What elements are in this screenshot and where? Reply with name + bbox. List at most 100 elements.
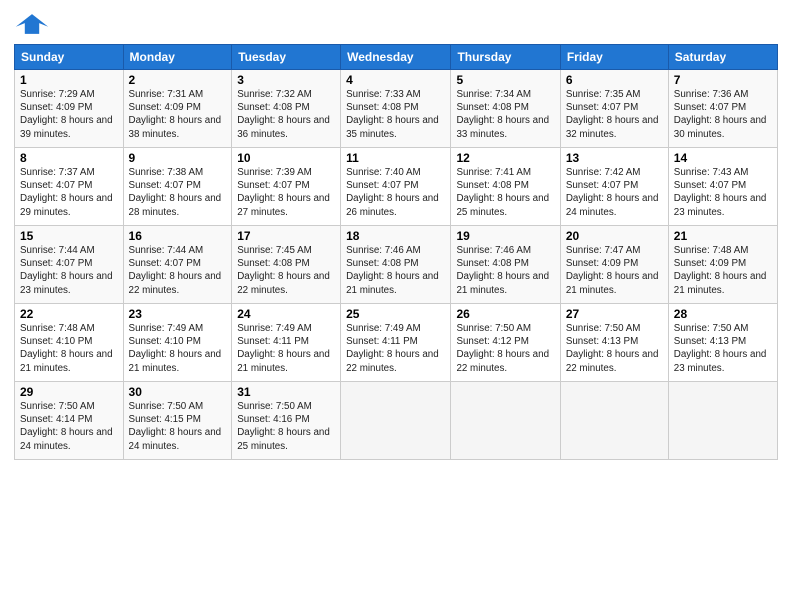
calendar-cell: 24 Sunrise: 7:49 AMSunset: 4:11 PMDaylig… (232, 304, 341, 382)
calendar-cell (451, 382, 560, 460)
day-number: 27 (566, 307, 663, 321)
calendar-cell: 11 Sunrise: 7:40 AMSunset: 4:07 PMDaylig… (341, 148, 451, 226)
day-number: 17 (237, 229, 335, 243)
calendar-cell: 18 Sunrise: 7:46 AMSunset: 4:08 PMDaylig… (341, 226, 451, 304)
calendar-cell: 22 Sunrise: 7:48 AMSunset: 4:10 PMDaylig… (15, 304, 124, 382)
day-info: Sunrise: 7:42 AMSunset: 4:07 PMDaylight:… (566, 167, 659, 218)
col-friday: Friday (560, 45, 668, 70)
calendar-cell: 20 Sunrise: 7:47 AMSunset: 4:09 PMDaylig… (560, 226, 668, 304)
day-info: Sunrise: 7:31 AMSunset: 4:09 PMDaylight:… (129, 89, 222, 140)
calendar-cell: 9 Sunrise: 7:38 AMSunset: 4:07 PMDayligh… (123, 148, 232, 226)
col-monday: Monday (123, 45, 232, 70)
day-info: Sunrise: 7:44 AMSunset: 4:07 PMDaylight:… (129, 245, 222, 296)
day-info: Sunrise: 7:29 AMSunset: 4:09 PMDaylight:… (20, 89, 113, 140)
header (14, 10, 778, 38)
calendar-cell: 6 Sunrise: 7:35 AMSunset: 4:07 PMDayligh… (560, 70, 668, 148)
calendar-cell: 4 Sunrise: 7:33 AMSunset: 4:08 PMDayligh… (341, 70, 451, 148)
day-number: 13 (566, 151, 663, 165)
day-number: 31 (237, 385, 335, 399)
day-number: 20 (566, 229, 663, 243)
day-number: 5 (456, 73, 554, 87)
day-number: 8 (20, 151, 118, 165)
day-info: Sunrise: 7:50 AMSunset: 4:12 PMDaylight:… (456, 323, 549, 374)
calendar-table: Sunday Monday Tuesday Wednesday Thursday… (14, 44, 778, 460)
logo-icon (14, 10, 50, 38)
calendar-cell: 13 Sunrise: 7:42 AMSunset: 4:07 PMDaylig… (560, 148, 668, 226)
day-info: Sunrise: 7:44 AMSunset: 4:07 PMDaylight:… (20, 245, 113, 296)
calendar-cell: 31 Sunrise: 7:50 AMSunset: 4:16 PMDaylig… (232, 382, 341, 460)
day-info: Sunrise: 7:33 AMSunset: 4:08 PMDaylight:… (346, 89, 439, 140)
calendar-cell: 5 Sunrise: 7:34 AMSunset: 4:08 PMDayligh… (451, 70, 560, 148)
calendar-cell: 14 Sunrise: 7:43 AMSunset: 4:07 PMDaylig… (668, 148, 777, 226)
calendar-cell: 3 Sunrise: 7:32 AMSunset: 4:08 PMDayligh… (232, 70, 341, 148)
calendar-cell: 26 Sunrise: 7:50 AMSunset: 4:12 PMDaylig… (451, 304, 560, 382)
col-tuesday: Tuesday (232, 45, 341, 70)
calendar-cell: 23 Sunrise: 7:49 AMSunset: 4:10 PMDaylig… (123, 304, 232, 382)
calendar-cell: 28 Sunrise: 7:50 AMSunset: 4:13 PMDaylig… (668, 304, 777, 382)
calendar-cell: 25 Sunrise: 7:49 AMSunset: 4:11 PMDaylig… (341, 304, 451, 382)
calendar-week-row: 1 Sunrise: 7:29 AMSunset: 4:09 PMDayligh… (15, 70, 778, 148)
day-info: Sunrise: 7:50 AMSunset: 4:15 PMDaylight:… (129, 401, 222, 452)
day-info: Sunrise: 7:43 AMSunset: 4:07 PMDaylight:… (674, 167, 767, 218)
col-wednesday: Wednesday (341, 45, 451, 70)
day-number: 3 (237, 73, 335, 87)
day-info: Sunrise: 7:34 AMSunset: 4:08 PMDaylight:… (456, 89, 549, 140)
day-info: Sunrise: 7:40 AMSunset: 4:07 PMDaylight:… (346, 167, 439, 218)
calendar-cell: 30 Sunrise: 7:50 AMSunset: 4:15 PMDaylig… (123, 382, 232, 460)
day-number: 1 (20, 73, 118, 87)
day-info: Sunrise: 7:50 AMSunset: 4:14 PMDaylight:… (20, 401, 113, 452)
day-info: Sunrise: 7:41 AMSunset: 4:08 PMDaylight:… (456, 167, 549, 218)
day-number: 21 (674, 229, 772, 243)
calendar-cell: 15 Sunrise: 7:44 AMSunset: 4:07 PMDaylig… (15, 226, 124, 304)
calendar-week-row: 15 Sunrise: 7:44 AMSunset: 4:07 PMDaylig… (15, 226, 778, 304)
day-number: 14 (674, 151, 772, 165)
day-info: Sunrise: 7:49 AMSunset: 4:11 PMDaylight:… (237, 323, 330, 374)
calendar-cell: 29 Sunrise: 7:50 AMSunset: 4:14 PMDaylig… (15, 382, 124, 460)
day-info: Sunrise: 7:48 AMSunset: 4:09 PMDaylight:… (674, 245, 767, 296)
calendar-cell: 17 Sunrise: 7:45 AMSunset: 4:08 PMDaylig… (232, 226, 341, 304)
day-info: Sunrise: 7:50 AMSunset: 4:13 PMDaylight:… (674, 323, 767, 374)
calendar-cell: 27 Sunrise: 7:50 AMSunset: 4:13 PMDaylig… (560, 304, 668, 382)
day-info: Sunrise: 7:32 AMSunset: 4:08 PMDaylight:… (237, 89, 330, 140)
day-info: Sunrise: 7:45 AMSunset: 4:08 PMDaylight:… (237, 245, 330, 296)
day-number: 30 (129, 385, 227, 399)
day-info: Sunrise: 7:46 AMSunset: 4:08 PMDaylight:… (456, 245, 549, 296)
day-info: Sunrise: 7:35 AMSunset: 4:07 PMDaylight:… (566, 89, 659, 140)
col-sunday: Sunday (15, 45, 124, 70)
day-number: 26 (456, 307, 554, 321)
day-info: Sunrise: 7:48 AMSunset: 4:10 PMDaylight:… (20, 323, 113, 374)
calendar-header-row: Sunday Monday Tuesday Wednesday Thursday… (15, 45, 778, 70)
day-number: 7 (674, 73, 772, 87)
calendar-cell: 7 Sunrise: 7:36 AMSunset: 4:07 PMDayligh… (668, 70, 777, 148)
day-number: 29 (20, 385, 118, 399)
day-info: Sunrise: 7:39 AMSunset: 4:07 PMDaylight:… (237, 167, 330, 218)
logo (14, 10, 52, 38)
day-number: 12 (456, 151, 554, 165)
day-number: 18 (346, 229, 445, 243)
day-info: Sunrise: 7:37 AMSunset: 4:07 PMDaylight:… (20, 167, 113, 218)
day-number: 9 (129, 151, 227, 165)
calendar-cell: 19 Sunrise: 7:46 AMSunset: 4:08 PMDaylig… (451, 226, 560, 304)
page: Sunday Monday Tuesday Wednesday Thursday… (0, 0, 792, 470)
calendar-cell: 16 Sunrise: 7:44 AMSunset: 4:07 PMDaylig… (123, 226, 232, 304)
calendar-cell (560, 382, 668, 460)
calendar-cell: 2 Sunrise: 7:31 AMSunset: 4:09 PMDayligh… (123, 70, 232, 148)
col-saturday: Saturday (668, 45, 777, 70)
day-number: 15 (20, 229, 118, 243)
calendar-cell: 8 Sunrise: 7:37 AMSunset: 4:07 PMDayligh… (15, 148, 124, 226)
calendar-cell (341, 382, 451, 460)
day-number: 24 (237, 307, 335, 321)
day-number: 19 (456, 229, 554, 243)
day-info: Sunrise: 7:50 AMSunset: 4:13 PMDaylight:… (566, 323, 659, 374)
day-info: Sunrise: 7:38 AMSunset: 4:07 PMDaylight:… (129, 167, 222, 218)
day-info: Sunrise: 7:50 AMSunset: 4:16 PMDaylight:… (237, 401, 330, 452)
calendar-cell (668, 382, 777, 460)
calendar-week-row: 8 Sunrise: 7:37 AMSunset: 4:07 PMDayligh… (15, 148, 778, 226)
col-thursday: Thursday (451, 45, 560, 70)
day-info: Sunrise: 7:49 AMSunset: 4:11 PMDaylight:… (346, 323, 439, 374)
day-number: 2 (129, 73, 227, 87)
day-number: 10 (237, 151, 335, 165)
calendar-week-row: 22 Sunrise: 7:48 AMSunset: 4:10 PMDaylig… (15, 304, 778, 382)
calendar-cell: 21 Sunrise: 7:48 AMSunset: 4:09 PMDaylig… (668, 226, 777, 304)
day-number: 6 (566, 73, 663, 87)
